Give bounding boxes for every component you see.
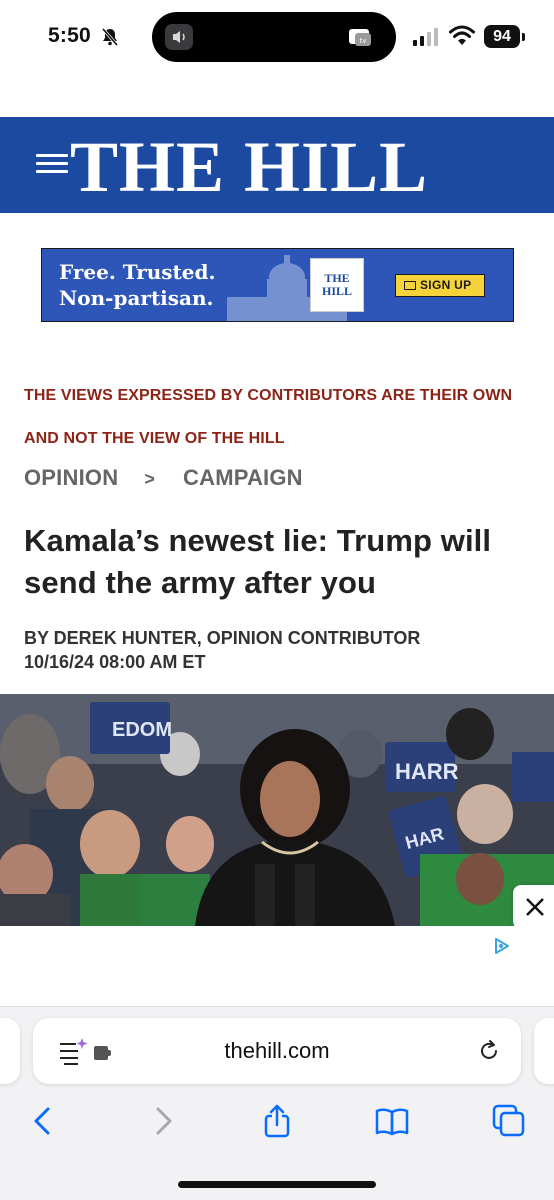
- rally-photo: EDOM HARR HAR: [0, 694, 554, 926]
- site-logo[interactable]: THE HILL: [70, 131, 428, 203]
- close-ad-button[interactable]: [513, 885, 554, 929]
- tabs-icon[interactable]: [492, 1104, 526, 1138]
- cellular-signal-icon: [413, 28, 438, 46]
- previous-tab-preview[interactable]: [0, 1018, 20, 1084]
- close-icon: [526, 898, 544, 916]
- status-time: 5:50: [48, 24, 91, 47]
- forward-icon[interactable]: [146, 1104, 180, 1138]
- article-hero-image: EDOM HARR HAR: [0, 694, 554, 926]
- silent-bell-icon: [101, 28, 119, 46]
- breadcrumb-opinion[interactable]: OPINION: [24, 465, 118, 490]
- book-icon[interactable]: [375, 1104, 409, 1138]
- hamburger-menu-icon[interactable]: [36, 154, 68, 176]
- home-indicator[interactable]: [178, 1181, 376, 1188]
- svg-text:tv: tv: [360, 37, 367, 45]
- ad-hill-logo: THE HILL: [310, 258, 364, 312]
- site-header: THE HILL: [0, 117, 554, 213]
- share-icon[interactable]: [260, 1104, 294, 1138]
- page-menu-icon[interactable]: [58, 1036, 114, 1068]
- adchoices-icon[interactable]: [493, 937, 511, 955]
- ad-slot: [0, 926, 554, 1006]
- author-line[interactable]: BY DEREK HUNTER, OPINION CONTRIBUTOR: [24, 626, 420, 650]
- ad-tagline: Free. Trusted. Non-partisan.: [59, 259, 215, 311]
- status-bar: 5:50 tv 94: [0, 0, 554, 76]
- photo-sign-1: EDOM: [112, 719, 172, 741]
- sign-up-label: SIGN UP: [420, 278, 472, 292]
- article-headline: Kamala’s newest lie: Trump will send the…: [24, 523, 492, 600]
- ad-logo-line2: HILL: [321, 284, 352, 298]
- wifi-icon: [449, 25, 475, 45]
- back-icon[interactable]: [26, 1104, 60, 1138]
- dynamic-island: tv: [152, 12, 396, 62]
- speaker-icon: [165, 24, 193, 50]
- next-tab-preview[interactable]: [534, 1018, 554, 1084]
- newsletter-ad-banner[interactable]: Free. Trusted. Non-partisan. THE HILL SI…: [41, 248, 514, 322]
- breadcrumb: OPINION > CAMPAIGN: [24, 465, 303, 491]
- photo-sign-2: HARR: [395, 759, 459, 784]
- ad-tagline-line1: Free. Trusted.: [59, 260, 216, 284]
- sign-up-button[interactable]: SIGN UP: [395, 274, 485, 297]
- battery-indicator: 94: [484, 25, 525, 48]
- article-byline: BY DEREK HUNTER, OPINION CONTRIBUTOR 10/…: [24, 626, 420, 674]
- ad-tagline-line2: Non-partisan.: [59, 286, 214, 310]
- address-bar[interactable]: thehill.com: [33, 1018, 521, 1084]
- breadcrumb-campaign[interactable]: CAMPAIGN: [183, 465, 303, 490]
- reload-icon[interactable]: [477, 1039, 501, 1063]
- contributor-disclaimer: THE VIEWS EXPRESSED BY CONTRIBUTORS ARE …: [24, 387, 513, 447]
- mail-icon: [404, 281, 416, 290]
- breadcrumb-separator: >: [144, 469, 156, 489]
- publish-timestamp: 10/16/24 08:00 AM ET: [24, 652, 206, 672]
- apple-tv-icon: tv: [349, 29, 371, 46]
